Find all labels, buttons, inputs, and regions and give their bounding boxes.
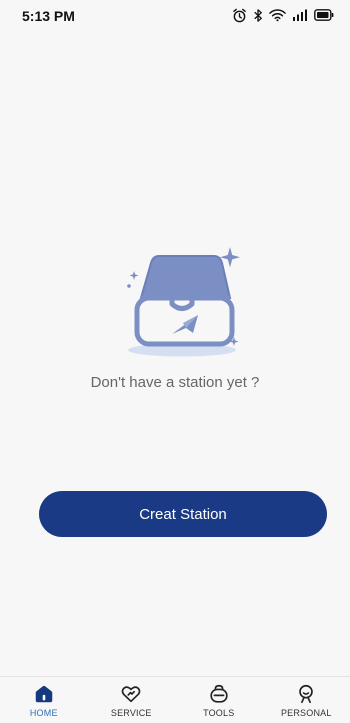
tools-icon xyxy=(208,683,230,705)
nav-label-tools: TOOLS xyxy=(203,708,234,718)
create-station-button[interactable]: Creat Station xyxy=(39,491,327,537)
nav-item-service[interactable]: SERVICE xyxy=(88,677,176,723)
nav-item-tools[interactable]: TOOLS xyxy=(175,677,263,723)
nav-label-home: HOME xyxy=(30,708,58,718)
alarm-icon xyxy=(232,8,247,23)
nav-label-personal: PERSONAL xyxy=(281,708,332,718)
wifi-icon xyxy=(269,8,286,22)
nav-label-service: SERVICE xyxy=(111,708,152,718)
signal-icon xyxy=(292,9,308,21)
nav-item-home[interactable]: HOME xyxy=(0,677,88,723)
empty-inbox-icon xyxy=(120,242,242,362)
person-icon xyxy=(295,683,317,705)
bottom-nav: HOME SERVICE TOOLS PERSONAL xyxy=(0,676,350,723)
status-icons xyxy=(232,6,334,24)
nav-item-personal[interactable]: PERSONAL xyxy=(263,677,350,723)
status-time: 5:13 PM xyxy=(22,8,75,24)
heart-service-icon xyxy=(120,683,142,705)
bluetooth-icon xyxy=(253,8,263,23)
empty-state-message: Don't have a station yet ? xyxy=(0,374,350,391)
home-icon xyxy=(33,683,55,705)
battery-icon xyxy=(314,9,334,21)
status-bar: 5:13 PM xyxy=(0,0,350,30)
